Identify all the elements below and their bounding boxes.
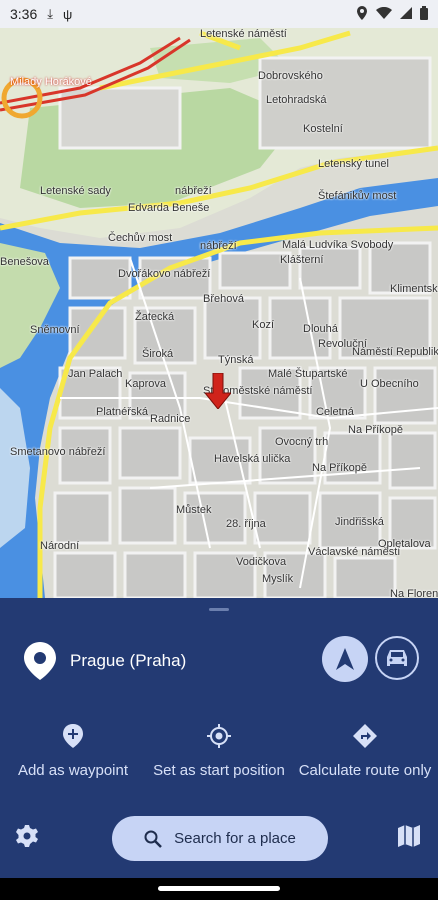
map-label: Na Florenci xyxy=(390,588,438,598)
map-label: Celetná xyxy=(316,406,354,418)
map-canvas xyxy=(0,28,438,598)
vehicle-button[interactable] xyxy=(375,636,419,680)
calculate-route-action[interactable]: Calculate route only xyxy=(292,724,438,782)
usb-icon: ψ xyxy=(63,6,73,22)
map-label: Břehová xyxy=(203,293,244,305)
map-label: Týnská xyxy=(218,354,254,366)
status-bar: 3:36 ⤓ ψ xyxy=(0,0,438,28)
map-label: Vodičkova xyxy=(236,556,287,568)
map-label: Žatecká xyxy=(135,311,175,323)
add-waypoint-action[interactable]: Add as waypoint xyxy=(0,724,146,782)
map-label: Ovocný trh xyxy=(275,436,329,448)
map-label: Platnéřská xyxy=(96,406,148,418)
navigate-button[interactable] xyxy=(322,636,368,682)
map-label: Dvořákovo nábřeží xyxy=(118,268,211,280)
map-label: Klášterní xyxy=(280,254,324,266)
map-label: Letenský tunel xyxy=(318,158,389,170)
map-icon xyxy=(398,825,420,847)
add-waypoint-label: Add as waypoint xyxy=(17,762,129,779)
place-name: Prague (Praha) xyxy=(70,651,187,670)
place-pin-icon xyxy=(24,642,56,680)
map-label: Můstek xyxy=(176,504,212,516)
map-label: Myslík xyxy=(262,573,294,585)
map-label: Edvarda Beneše xyxy=(128,202,210,214)
map-label: Opletalova xyxy=(378,538,431,550)
map-layers-button[interactable] xyxy=(398,825,420,852)
map-label: Náměstí Republiky xyxy=(352,346,438,358)
map-label: Dobrovského xyxy=(258,70,323,82)
map-label: Klimentská xyxy=(390,283,438,295)
map-label: Radnice xyxy=(150,413,191,425)
bottom-sheet: Prague (Praha) Add as waypoint Set as st… xyxy=(0,598,438,878)
drag-handle[interactable] xyxy=(209,608,229,611)
map-label: Národní xyxy=(40,540,80,552)
search-button[interactable]: Search for a place xyxy=(112,816,328,861)
map-label: Jan Palach xyxy=(68,368,123,380)
map-label: Smetanovo nábřeží xyxy=(10,446,106,458)
set-start-icon xyxy=(207,724,231,748)
place-row: Prague (Praha) xyxy=(24,642,186,680)
status-right-icons xyxy=(356,5,428,23)
map-view[interactable]: Letenské náměstí Milady Horákové Dobrovs… xyxy=(0,28,438,598)
search-icon xyxy=(144,830,163,848)
map-label: Široká xyxy=(142,348,174,360)
map-label: Na Příkopě xyxy=(312,462,368,474)
map-label: Milady Horákové xyxy=(10,76,92,88)
map-label: Sněmovní xyxy=(30,324,80,336)
search-label: Search for a place xyxy=(174,830,296,847)
settings-button[interactable] xyxy=(16,825,38,852)
calculate-route-label: Calculate route only xyxy=(298,762,432,779)
set-start-label: Set as start position xyxy=(153,762,285,779)
map-label: Čechův most xyxy=(108,232,173,244)
map-label: Jindřišská xyxy=(335,516,384,528)
map-label: Kozí xyxy=(252,319,275,331)
signal-icon xyxy=(400,6,412,22)
battery-icon xyxy=(420,5,428,23)
map-label: 28. října xyxy=(226,518,266,530)
location-icon xyxy=(356,5,368,23)
system-nav-bar xyxy=(0,878,438,900)
map-label: Štefánikův most xyxy=(318,190,397,202)
map-label: Letenské sady xyxy=(40,185,111,197)
map-label: Letohradská xyxy=(266,94,327,106)
map-label: Letenské náměstí xyxy=(200,28,287,40)
map-label: Kaprova xyxy=(125,378,166,390)
map-label: U Obecního xyxy=(360,378,419,390)
add-waypoint-icon xyxy=(63,724,83,748)
download-icon: ⤓ xyxy=(47,6,53,21)
wifi-icon xyxy=(376,6,392,22)
map-label: nábřeží xyxy=(200,240,237,252)
route-icon xyxy=(353,724,377,748)
map-label: Kostelní xyxy=(303,123,343,135)
map-label: Malá Ludvíka Svobody xyxy=(282,239,394,251)
map-label: nábřeží xyxy=(175,185,212,197)
status-time: 3:36 xyxy=(10,6,38,22)
car-icon xyxy=(387,650,407,666)
navigation-arrow-icon xyxy=(336,648,354,670)
home-gesture-pill[interactable] xyxy=(158,886,280,891)
map-label: Na Příkopě xyxy=(348,424,404,436)
map-label: Dlouhá xyxy=(303,323,338,335)
set-start-action[interactable]: Set as start position xyxy=(146,724,292,782)
map-label: Benešova xyxy=(0,256,49,268)
map-label: Havelská ulička xyxy=(214,453,291,465)
gear-icon xyxy=(16,825,38,847)
map-label: Malé Štupartské xyxy=(268,368,348,380)
